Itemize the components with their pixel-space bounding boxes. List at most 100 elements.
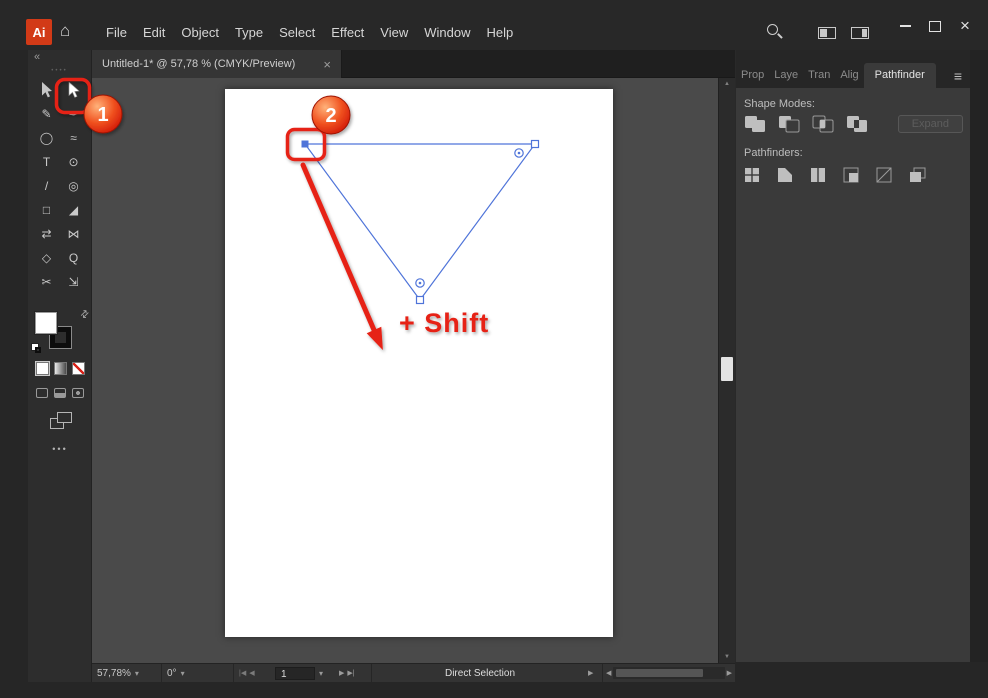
menu-effect[interactable]: Effect	[331, 25, 364, 40]
artboard[interactable]	[225, 89, 613, 637]
none-swatch-button[interactable]	[71, 362, 85, 375]
rotation-dropdown[interactable]: 0° ▾	[162, 664, 234, 682]
gradient-swatch-button[interactable]	[53, 362, 67, 375]
scroll-left-icon[interactable]: ◀	[606, 669, 611, 677]
window-controls: ×	[890, 13, 980, 39]
minus-front-icon[interactable]	[778, 115, 800, 133]
vertical-scrollbar[interactable]: ▲ ▼	[718, 78, 735, 663]
previous-artboard-button[interactable]: ◀	[249, 669, 254, 677]
eyedropper-tool[interactable]: ◢	[60, 201, 87, 218]
draw-inside-icon[interactable]	[72, 388, 84, 398]
first-artboard-button[interactable]: |◀	[239, 669, 246, 677]
arrange-documents-icon[interactable]	[818, 27, 836, 39]
scroll-up-icon[interactable]: ▲	[719, 81, 735, 87]
status-menu-arrow-icon[interactable]: ▶	[588, 669, 602, 677]
menu-file[interactable]: File	[106, 25, 127, 40]
canvas-area[interactable]	[92, 78, 718, 663]
scroll-right-icon[interactable]: ▶	[727, 669, 732, 677]
workspace-switcher-icon[interactable]	[851, 27, 869, 39]
color-swatch-button[interactable]	[34, 361, 50, 376]
trim-icon[interactable]	[777, 167, 795, 183]
zoom-level-dropdown[interactable]: 57,78% ▾	[92, 664, 162, 682]
chevron-down-icon[interactable]: ▾	[319, 669, 323, 678]
artboard-number-group: 1 ▾	[270, 664, 334, 682]
next-artboard-button[interactable]: ▶	[339, 669, 344, 677]
fill-swatch[interactable]	[34, 311, 58, 335]
scroll-down-icon[interactable]: ▼	[719, 654, 735, 660]
scissors-tool[interactable]: ✂	[33, 273, 60, 290]
crop-icon[interactable]	[843, 167, 861, 183]
illustrator-window: Ai ⌂ File Edit Object Type Select Effect…	[0, 0, 988, 698]
horizontal-scrollbar-thumb[interactable]	[616, 669, 704, 677]
width-tool[interactable]: ⋈	[60, 225, 87, 242]
home-icon[interactable]: ⌂	[60, 22, 70, 39]
unite-icon[interactable]	[744, 115, 766, 133]
document-tab[interactable]: Untitled-1* @ 57,78 % (CMYK/Preview) ×	[92, 50, 342, 78]
pencil-tool[interactable]: ✎	[33, 105, 60, 122]
free-transform-tool[interactable]: ⇲	[60, 273, 87, 290]
selection-tool[interactable]	[33, 81, 60, 98]
default-fill-stroke-icon[interactable]	[31, 343, 44, 354]
maximize-button[interactable]	[920, 13, 950, 39]
selection-arrow-icon	[42, 81, 52, 97]
minus-back-icon[interactable]	[909, 167, 927, 183]
collapse-toolbar-button[interactable]: «	[34, 51, 40, 63]
status-bar: 57,78% ▾ 0° ▾ |◀ ◀ 1 ▾ ▶ ▶| Direct Selec…	[92, 663, 735, 682]
rotate-tool[interactable]: ⊙	[60, 153, 87, 170]
tab-align[interactable]: Alig	[835, 63, 863, 88]
zoom-tool[interactable]: Q	[60, 249, 87, 266]
expand-button[interactable]: Expand	[897, 115, 963, 133]
tab-layers[interactable]: Laye	[769, 63, 803, 88]
curvature-tool[interactable]: ◎	[60, 177, 87, 194]
paintbrush-tool[interactable]: ≈	[60, 129, 87, 146]
close-button[interactable]: ×	[950, 13, 980, 39]
intersect-icon[interactable]	[812, 115, 834, 133]
last-artboard-button[interactable]: ▶|	[347, 669, 354, 677]
line-segment-tool[interactable]: /	[33, 177, 60, 194]
tab-pathfinder[interactable]: Pathfinder	[863, 63, 936, 88]
menu-edit[interactable]: Edit	[143, 25, 165, 40]
menu-window[interactable]: Window	[424, 25, 470, 40]
document-tab-close-icon[interactable]: ×	[323, 57, 331, 72]
bottom-strip	[0, 682, 735, 698]
exclude-icon[interactable]	[846, 115, 868, 133]
minimize-button[interactable]	[890, 13, 920, 39]
toolbar-grip-handle[interactable]: ••••	[28, 68, 91, 74]
ellipse-tool[interactable]: ◯	[33, 129, 60, 146]
chevron-down-icon: ▾	[134, 668, 139, 678]
direct-selection-tool[interactable]	[60, 81, 87, 98]
app-logo-icon: Ai	[26, 19, 52, 45]
type-tool[interactable]: T	[33, 153, 60, 170]
menu-type[interactable]: Type	[235, 25, 263, 40]
tab-transform[interactable]: Tran	[803, 63, 835, 88]
menu-help[interactable]: Help	[486, 25, 513, 40]
menu-object[interactable]: Object	[181, 25, 219, 40]
panel-menu-icon[interactable]: ≡	[954, 69, 962, 83]
draw-normal-icon[interactable]	[36, 388, 48, 398]
chevron-down-icon: ▾	[180, 668, 185, 678]
search-icon[interactable]	[766, 23, 784, 41]
swap-fill-stroke-icon[interactable]: ⇄	[78, 308, 92, 322]
edit-toolbar-ellipsis[interactable]: •••	[28, 444, 92, 454]
menu-view[interactable]: View	[380, 25, 408, 40]
divide-icon[interactable]	[744, 167, 762, 183]
outline-icon[interactable]	[876, 167, 894, 183]
horizontal-scrollbar[interactable]: ◀ ▶	[602, 664, 735, 682]
draw-behind-icon[interactable]	[54, 388, 66, 398]
shear-tool[interactable]: ⇄	[33, 225, 60, 242]
merge-icon[interactable]	[810, 167, 828, 183]
menu-select[interactable]: Select	[279, 25, 315, 40]
panel-tab-strip: Prop Laye Tran Alig Pathfinder ≡	[736, 50, 971, 88]
pathfinder-panel: Prop Laye Tran Alig Pathfinder ≡ Shape M…	[735, 50, 971, 662]
artboard-number-field[interactable]: 1	[275, 666, 315, 680]
change-screen-mode-icon[interactable]	[50, 412, 72, 429]
hand-tool[interactable]: ◇	[33, 249, 60, 266]
direct-selection-arrow-icon	[68, 81, 80, 98]
tab-properties[interactable]: Prop	[736, 63, 769, 88]
rectangle-tool[interactable]: □	[33, 201, 60, 218]
vertical-scrollbar-thumb[interactable]	[721, 357, 733, 381]
shape-modes-label: Shape Modes:	[744, 98, 815, 110]
pen-tool[interactable]: ✒	[60, 105, 87, 122]
current-tool-status[interactable]: Direct Selection	[372, 668, 588, 679]
horizontal-scrollbar-track[interactable]	[613, 667, 725, 679]
